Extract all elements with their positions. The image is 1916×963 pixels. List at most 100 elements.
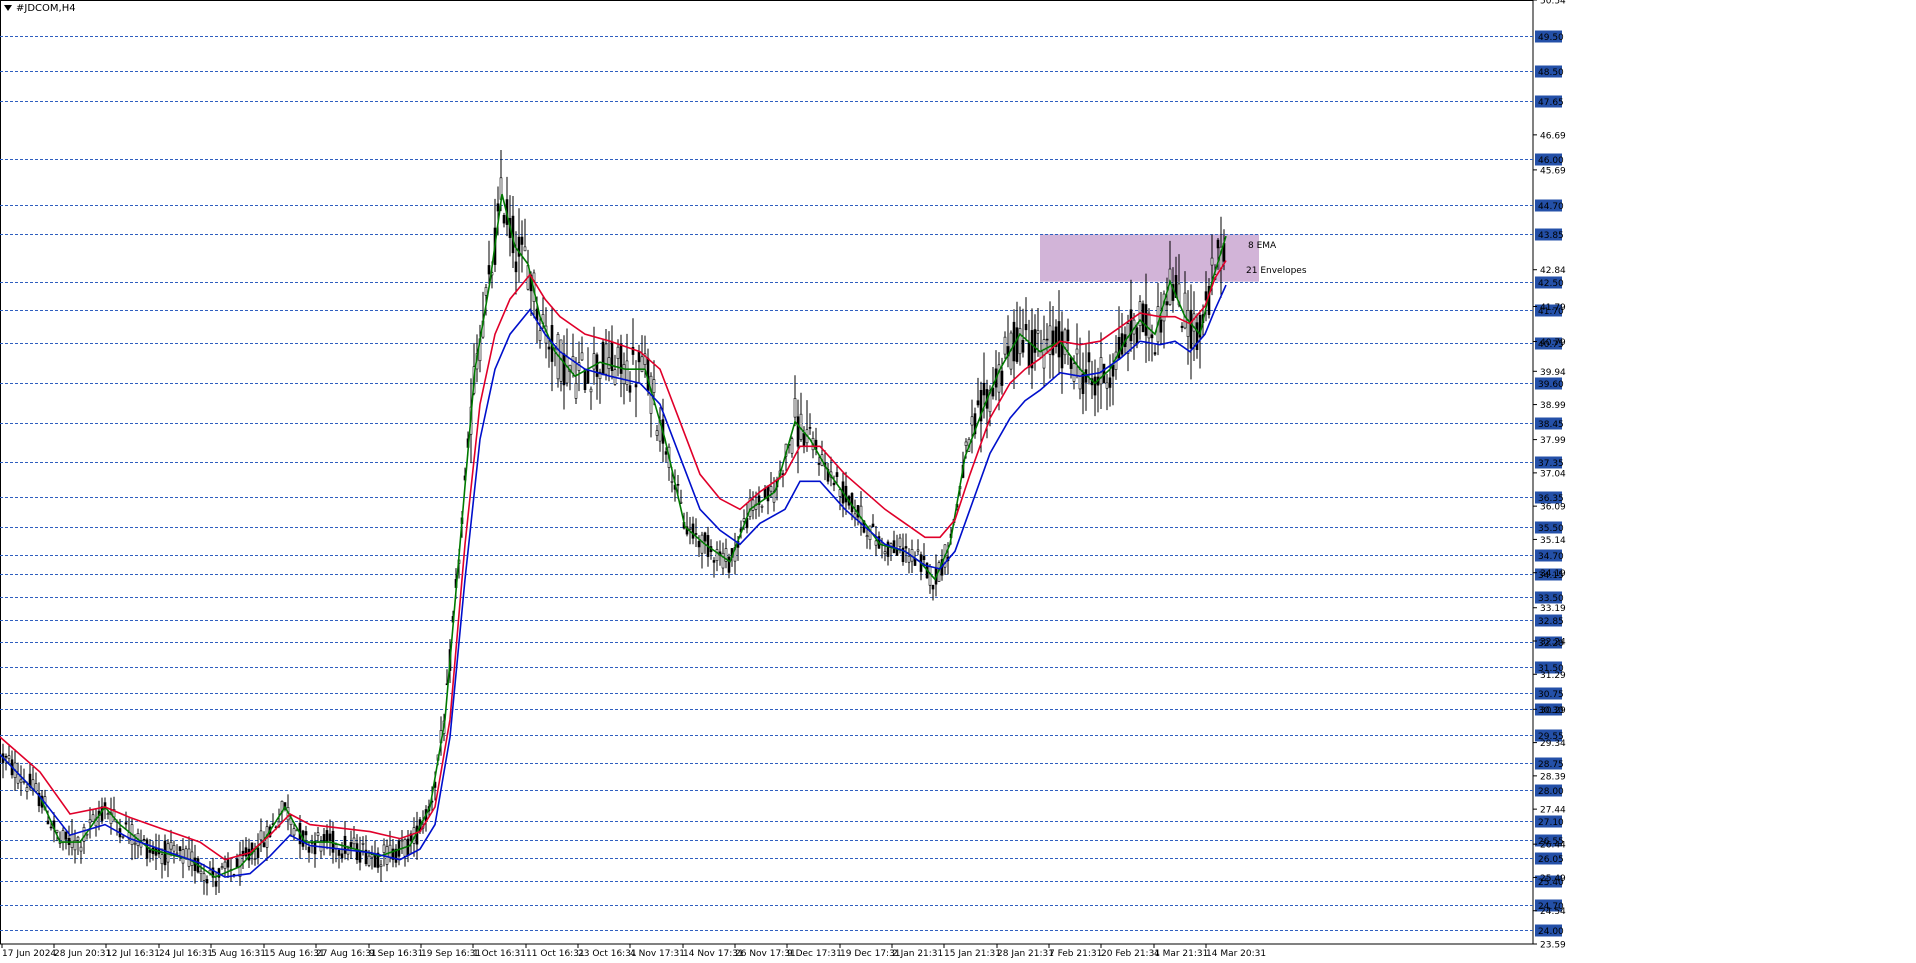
- y-tick-label: 41.79: [1540, 303, 1566, 313]
- candle-body: [1018, 328, 1022, 355]
- candle-body: [1216, 239, 1220, 249]
- candle-body: [1180, 325, 1184, 328]
- candle-body: [262, 842, 266, 848]
- candle-body: [385, 846, 389, 865]
- level-label: 38.45: [1538, 420, 1564, 430]
- candle-body: [562, 353, 566, 386]
- symbol-title: #JDCOM,H4: [4, 3, 76, 14]
- candle-body: [352, 837, 356, 845]
- candle-body: [1066, 329, 1070, 342]
- candle-body: [1060, 331, 1064, 369]
- candle-body: [1108, 377, 1112, 388]
- candle-body: [547, 346, 551, 350]
- candle-body: [871, 523, 875, 528]
- candle-body: [307, 846, 311, 853]
- candle-body: [1111, 364, 1115, 377]
- x-tick-label: 4 Nov 17:31: [630, 949, 685, 959]
- candle-body: [1051, 330, 1055, 356]
- x-tick-label: 7 Feb 21:31: [1049, 949, 1102, 959]
- candle-body: [502, 215, 506, 224]
- dropdown-triangle-icon[interactable]: [4, 5, 12, 11]
- candle-body: [523, 246, 527, 252]
- candle-body: [253, 858, 257, 860]
- candle-body: [991, 387, 995, 397]
- candle-body: [175, 852, 179, 855]
- candle-body: [190, 851, 194, 866]
- candle-body: [1078, 368, 1082, 390]
- candle-body: [1165, 301, 1169, 306]
- candle-body: [907, 555, 911, 563]
- candle-body: [1000, 370, 1004, 386]
- candle-body: [769, 486, 773, 492]
- candle-body: [691, 523, 695, 539]
- candle-body: [313, 840, 317, 855]
- candle-body: [634, 384, 638, 388]
- x-tick-label: 1 Oct 16:31: [473, 949, 526, 959]
- x-tick-label: 20 Feb 21:31: [1101, 949, 1160, 959]
- candle-body: [367, 855, 371, 866]
- candle-body: [817, 462, 821, 465]
- candle-body: [589, 388, 593, 393]
- candle-body: [886, 541, 890, 557]
- candle-body: [142, 838, 146, 841]
- candle-body: [832, 482, 836, 486]
- candle-body: [61, 830, 65, 843]
- x-tick-label: 24 Jul 16:31: [159, 949, 213, 959]
- x-tick-label: 9 Sep 16:31: [369, 949, 423, 959]
- candle-body: [1153, 352, 1157, 355]
- price-chart[interactable]: 49.50 48.50 47.65 46.00 44.70 43.85 42.50 41.70…: [0, 0, 1916, 963]
- y-tick-label: 27.44: [1540, 806, 1566, 816]
- candle-body: [1144, 304, 1148, 336]
- candle-body: [100, 806, 104, 821]
- candle-body: [226, 859, 230, 868]
- candle-body: [214, 880, 218, 887]
- x-tick-label: 17 Jun 2024: [2, 949, 56, 959]
- x-tick-label: 4 Mar 21:31: [1154, 949, 1208, 959]
- candle-body: [22, 781, 26, 783]
- candle-body: [808, 427, 812, 429]
- candle-body: [235, 858, 239, 869]
- candle-body: [322, 834, 326, 843]
- chart-canvas[interactable]: 49.5048.5047.6546.0044.7043.8542.5041.70…: [0, 0, 1916, 963]
- candle-body: [259, 830, 263, 841]
- level-label: 46.00: [1538, 156, 1564, 166]
- candle-body: [88, 819, 92, 824]
- candle-body: [358, 851, 362, 863]
- candle-body: [676, 483, 680, 486]
- candle-body: [1129, 309, 1133, 342]
- candle-body: [1195, 322, 1199, 351]
- candle-body: [604, 343, 608, 375]
- y-tick-label: 31.29: [1540, 671, 1566, 681]
- candle-body: [793, 398, 797, 418]
- candle-body: [487, 265, 491, 275]
- plot-frame: [0, 0, 1534, 945]
- candle-body: [790, 438, 794, 454]
- y-tick-label: 34.19: [1540, 569, 1566, 579]
- candle-body: [565, 356, 569, 384]
- level-label: 44.70: [1538, 202, 1564, 212]
- y-tick-label: 35.14: [1540, 536, 1566, 546]
- candle-body: [1081, 373, 1085, 394]
- y-tick-label: 45.69: [1540, 166, 1566, 176]
- candle-body: [496, 203, 500, 212]
- level-label: 27.10: [1538, 818, 1564, 828]
- candle-body: [19, 779, 23, 783]
- candle-body: [343, 835, 347, 854]
- candle-body: [538, 330, 542, 341]
- candle-body: [583, 368, 587, 390]
- candle-body: [1150, 334, 1154, 339]
- x-tick-label: 27 Aug 16:31: [316, 949, 377, 959]
- candle-body: [607, 357, 611, 369]
- envelopes-legend-label: 21 Envelopes: [1246, 266, 1307, 276]
- candle-body: [145, 839, 149, 859]
- symbol-label: #JDCOM,H4: [16, 3, 76, 14]
- level-label: 43.85: [1538, 231, 1564, 241]
- candle-body: [874, 540, 878, 546]
- candle-body: [361, 843, 365, 845]
- candle-body: [223, 861, 227, 869]
- candle-body: [850, 493, 854, 513]
- candle-body: [1057, 321, 1061, 358]
- y-tick-label: 36.09: [1540, 503, 1566, 513]
- y-tick-label: 24.54: [1540, 907, 1566, 917]
- candle-body: [34, 783, 38, 792]
